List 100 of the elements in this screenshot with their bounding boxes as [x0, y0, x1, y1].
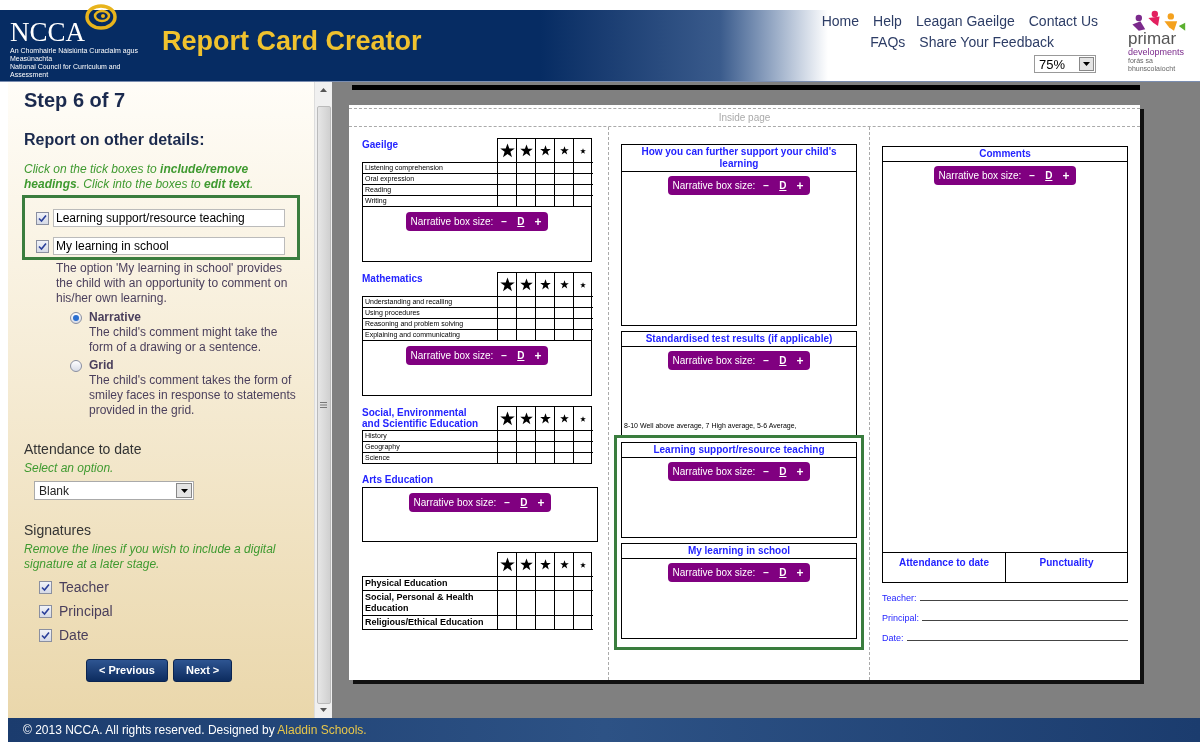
rating-cell[interactable] — [573, 297, 592, 307]
step-heading: Step 6 of 7 — [24, 88, 127, 112]
signature-option: Teacher — [59, 578, 109, 596]
star-icon — [519, 412, 533, 425]
checkbox[interactable] — [39, 580, 52, 594]
nav-link[interactable]: FAQs — [870, 33, 906, 51]
footer-text: © 2013 NCCA. All rights reserved. Designed by Aladdin Schools. — [23, 722, 367, 739]
decrease-button[interactable]: − — [761, 353, 772, 368]
reset-button[interactable]: D — [777, 565, 789, 580]
next-button[interactable]: Next > — [172, 659, 233, 682]
reset-button[interactable]: D — [777, 464, 789, 479]
increase-button[interactable]: + — [794, 354, 806, 367]
reset-button[interactable]: D — [518, 495, 530, 510]
rating-cell[interactable] — [573, 591, 592, 615]
instructions-text: Click on the tick boxes to include/remove headings. Click into the boxes to edit text. — [24, 162, 255, 192]
subject-title: Mathematics — [362, 272, 424, 284]
checkbox[interactable] — [39, 604, 52, 618]
reset-button[interactable]: D — [1043, 168, 1055, 183]
rating-cell[interactable] — [573, 431, 592, 441]
zoom-select[interactable]: 75% — [1034, 55, 1096, 73]
star-icon — [579, 281, 586, 288]
signature-option: Date — [59, 626, 89, 644]
star-icon — [499, 557, 515, 572]
increase-button[interactable]: + — [532, 215, 544, 228]
signatures-hint: Remove the lines if you wish to include a digital signature at a later stage. — [24, 542, 277, 572]
scroll-up-icon[interactable] — [320, 88, 327, 92]
radio-button[interactable] — [70, 359, 82, 372]
star-icon — [499, 277, 515, 292]
decrease-button[interactable]: − — [499, 348, 510, 363]
subject-label: Religious/Ethical Education — [362, 616, 497, 629]
nav-link[interactable]: Share Your Feedback — [919, 33, 1054, 51]
nav-link[interactable]: Contact Us — [1028, 12, 1098, 30]
decrease-button[interactable]: − — [761, 178, 772, 193]
reset-button[interactable]: D — [777, 178, 789, 193]
previous-button[interactable]: < Previous — [86, 659, 168, 682]
subject-title: Social, Environmental and Scientific Education — [362, 406, 480, 429]
subject-title: Arts Education — [362, 474, 435, 486]
rating-cell[interactable] — [573, 185, 592, 195]
heading-field[interactable]: Learning support/resource teaching — [53, 209, 285, 227]
subject-title: Gaeilge — [362, 138, 400, 150]
control-label: Narrative box size: — [410, 215, 494, 229]
option-label: Grid — [89, 358, 114, 373]
designer-link[interactable]: Aladdin Schools. — [277, 723, 367, 737]
summary-cell: Punctuality — [1005, 553, 1127, 582]
checkbox[interactable] — [39, 628, 52, 642]
increase-button[interactable]: + — [794, 465, 806, 478]
radio-button[interactable] — [70, 311, 82, 324]
nav-link[interactable]: Home — [821, 12, 860, 30]
rating-cell[interactable] — [573, 577, 592, 590]
checkbox[interactable] — [36, 211, 49, 225]
star-icon — [539, 559, 551, 570]
reset-button[interactable]: D — [515, 214, 527, 229]
attendance-hint: Select an option. — [24, 461, 115, 476]
reset-button[interactable]: D — [777, 353, 789, 368]
section-title: Learning support/resource teaching — [622, 443, 856, 458]
signature-label: Principal: — [882, 612, 919, 624]
subject-label: Physical Education — [362, 577, 497, 590]
rating-cell[interactable] — [573, 319, 592, 329]
increase-button[interactable]: + — [794, 179, 806, 192]
star-icon — [519, 278, 533, 291]
decrease-button[interactable]: − — [499, 214, 510, 229]
option-description: The child's comment might take the form of a drawing or a sentence. — [88, 325, 279, 355]
reset-button[interactable]: D — [515, 348, 527, 363]
rating-cell[interactable] — [573, 453, 592, 463]
control-label: Narrative box size: — [410, 349, 494, 363]
nav-link[interactable]: Leagan Gaeilge — [915, 12, 1015, 30]
grip-icon — [320, 402, 327, 408]
checkbox[interactable] — [36, 239, 49, 253]
star-icon — [579, 147, 586, 154]
increase-button[interactable]: + — [532, 349, 544, 362]
rating-cell[interactable] — [573, 163, 592, 173]
signature-label: Date: — [882, 632, 904, 644]
attendance-select[interactable]: Blank — [34, 481, 194, 500]
decrease-button[interactable]: − — [761, 565, 772, 580]
scroll-down-icon[interactable] — [320, 708, 327, 712]
partner-logo-subtitle: developments — [1128, 47, 1185, 57]
rating-cell[interactable] — [573, 196, 592, 206]
nav-link[interactable]: Help — [873, 12, 902, 30]
rating-cell[interactable] — [573, 174, 592, 184]
decrease-button[interactable]: − — [502, 495, 513, 510]
increase-button[interactable]: + — [794, 566, 806, 579]
star-icon — [499, 143, 515, 158]
heading-field[interactable]: My learning in school — [53, 237, 285, 255]
star-icon — [539, 145, 551, 156]
star-icon — [499, 411, 515, 426]
rating-cell[interactable] — [573, 442, 592, 452]
control-label: Narrative box size: — [672, 465, 756, 479]
logo-text: NCCA — [10, 17, 85, 47]
increase-button[interactable]: + — [1060, 169, 1072, 182]
increase-button[interactable]: + — [535, 496, 547, 509]
rating-cell[interactable] — [573, 616, 592, 629]
attendance-heading: Attendance to date — [24, 440, 143, 458]
star-icon — [519, 558, 533, 571]
rating-cell[interactable] — [573, 308, 592, 318]
decrease-button[interactable]: − — [761, 464, 772, 479]
control-label: Narrative box size: — [672, 566, 756, 580]
rating-cell[interactable] — [573, 330, 592, 340]
option-description: The child's comment takes the form of smiley faces in response to statements provided in the grid. — [88, 373, 297, 418]
decrease-button[interactable]: − — [1027, 168, 1038, 183]
page-label: Inside page — [718, 111, 771, 125]
